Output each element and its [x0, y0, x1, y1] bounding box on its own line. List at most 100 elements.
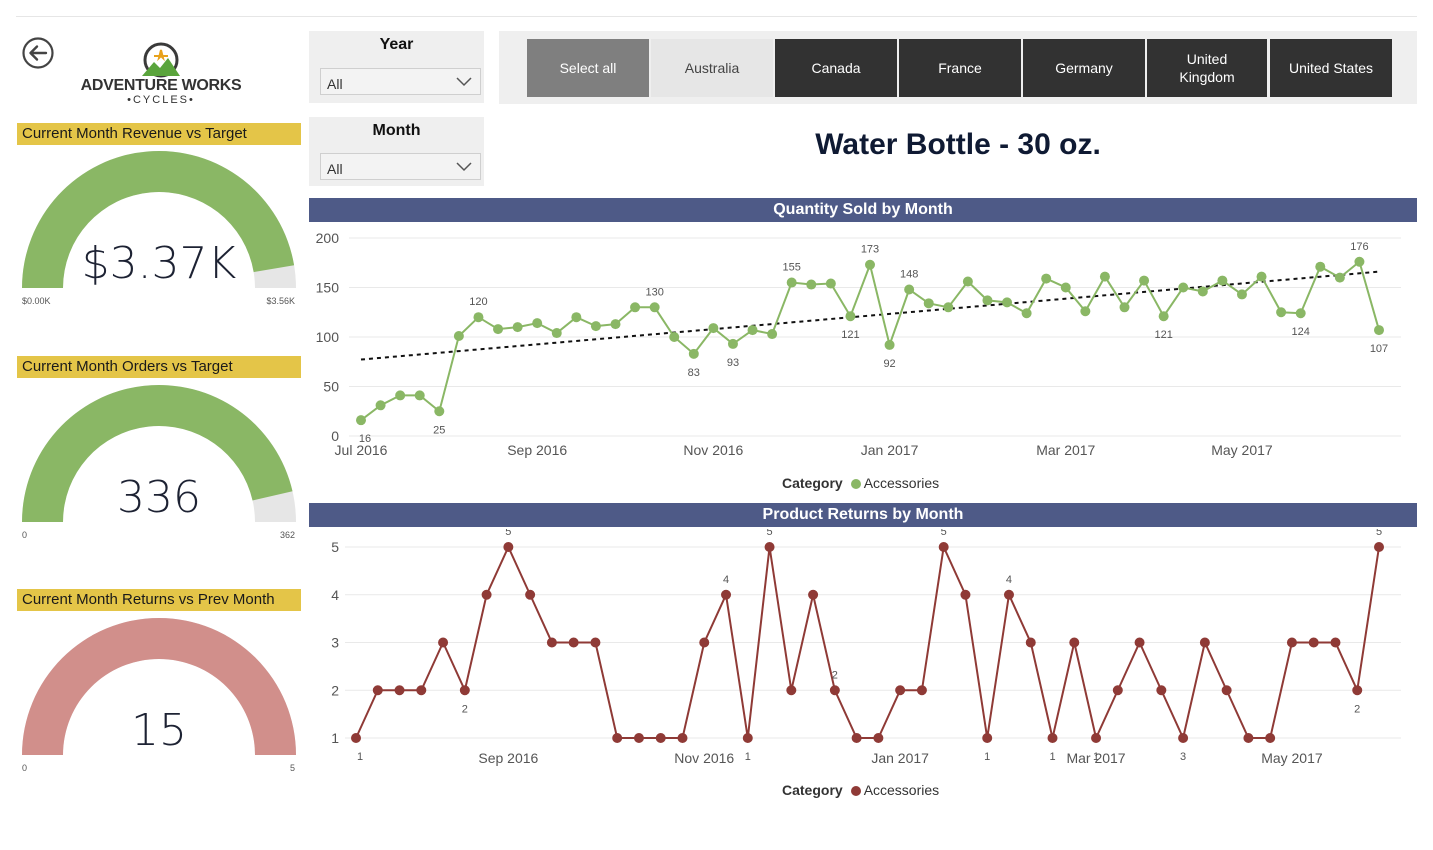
country-button-france[interactable]: France	[899, 39, 1021, 97]
data-point	[571, 312, 582, 323]
country-button-australia[interactable]: Australia	[651, 39, 773, 97]
logo-text: ADVENTURE WORKS	[80, 77, 242, 94]
data-point	[633, 733, 644, 743]
month-slicer-label: Month	[372, 122, 421, 139]
legend-title: Category	[782, 782, 843, 798]
data-point	[1286, 637, 1297, 648]
returns-kpi-title: Current Month Returns vs Prev Month	[17, 589, 301, 611]
year-dropdown-value: All	[327, 76, 343, 92]
year-slicer: Year All	[309, 31, 484, 103]
data-point	[551, 328, 562, 339]
data-point	[610, 319, 621, 330]
data-point	[943, 302, 954, 313]
data-point	[525, 589, 536, 600]
data-point	[938, 542, 949, 552]
data-point	[1003, 589, 1014, 600]
returns-value: 15	[131, 705, 187, 756]
data-label: 93	[727, 357, 739, 369]
data-point	[1080, 306, 1091, 317]
data-label: 120	[469, 296, 487, 308]
data-point	[1002, 297, 1013, 308]
data-point	[808, 589, 819, 600]
trend-line	[360, 270, 1380, 361]
data-point	[845, 311, 856, 322]
data-point	[916, 685, 927, 696]
x-tick-label: Jan 2017	[861, 442, 919, 458]
data-point	[375, 400, 386, 411]
data-label: 4	[723, 574, 729, 586]
returns-min: 0	[22, 763, 28, 773]
legend-series-name: Accessories	[863, 475, 940, 491]
data-point	[829, 685, 840, 696]
y-tick-label: 3	[331, 635, 339, 651]
back-arrow-icon[interactable]	[22, 37, 54, 69]
data-point	[1354, 256, 1365, 267]
data-point	[590, 637, 601, 648]
legend-dot-icon	[850, 786, 861, 796]
data-point	[1060, 282, 1071, 293]
data-point	[372, 685, 383, 696]
data-label: 3	[1180, 751, 1186, 763]
data-point	[962, 276, 973, 287]
country-button-germany[interactable]: Germany	[1023, 39, 1145, 97]
data-label: 2	[832, 669, 838, 681]
data-point	[1156, 685, 1167, 696]
revenue-value: $3.37K	[81, 238, 237, 289]
y-tick-label: 2	[331, 682, 339, 698]
data-point	[1139, 275, 1150, 286]
data-point	[1091, 733, 1102, 743]
x-tick-label: Sep 2016	[478, 750, 538, 766]
data-point	[708, 323, 719, 334]
revenue-gauge: $3.37K $0.00K $3.56K	[17, 150, 301, 310]
data-point	[1119, 302, 1130, 313]
data-label: 5	[1376, 529, 1382, 538]
data-point	[721, 589, 732, 600]
data-point	[1221, 685, 1232, 696]
year-dropdown[interactable]: All	[320, 68, 481, 95]
data-point	[1374, 325, 1384, 336]
data-point	[1243, 733, 1254, 743]
data-label: 107	[1370, 343, 1388, 355]
x-tick-label: Mar 2017	[1036, 442, 1095, 458]
revenue-max: $3.56K	[266, 296, 295, 306]
data-point	[1041, 273, 1052, 284]
orders-kpi-title: Current Month Orders vs Target	[17, 356, 301, 378]
y-tick-label: 150	[316, 280, 340, 296]
data-point	[1315, 261, 1326, 272]
data-label: 121	[1154, 329, 1172, 341]
country-button-united-states[interactable]: United States	[1270, 39, 1392, 97]
year-slicer-label: Year	[379, 36, 414, 53]
data-point	[895, 685, 906, 696]
quantity-sold-chart: 050100150200Jul 2016 Sep 2016 Nov 2016 Jan …	[316, 230, 1401, 458]
data-label: 1	[357, 751, 363, 763]
data-label: 1	[745, 751, 751, 763]
data-point	[851, 733, 862, 743]
x-tick-label: May 2017	[1261, 750, 1323, 766]
data-label: 5	[941, 529, 947, 538]
data-point	[493, 324, 504, 335]
data-point	[688, 348, 699, 359]
month-dropdown-value: All	[327, 161, 343, 177]
data-point	[1099, 271, 1110, 282]
data-point	[1112, 685, 1123, 696]
data-point	[1330, 637, 1341, 648]
country-button-select-all[interactable]: Select all	[527, 39, 649, 97]
report-frame	[16, 16, 1417, 17]
data-point	[923, 298, 934, 309]
data-point	[1199, 637, 1210, 648]
data-point	[473, 312, 484, 323]
data-point	[612, 733, 623, 743]
country-button-united-kingdom[interactable]: United Kingdom	[1147, 39, 1267, 97]
data-point	[786, 685, 797, 696]
data-point	[568, 637, 579, 648]
x-tick-label: Jan 2017	[871, 750, 929, 766]
data-point	[677, 733, 688, 743]
month-dropdown[interactable]: All	[320, 153, 481, 180]
country-button-canada[interactable]: Canada	[775, 39, 897, 97]
x-tick-label: May 2017	[1211, 442, 1273, 458]
logo-subtext: •CYCLES•	[127, 94, 195, 106]
data-point	[546, 637, 557, 648]
data-point	[960, 589, 971, 600]
data-point	[532, 318, 543, 329]
data-point	[1295, 308, 1306, 319]
